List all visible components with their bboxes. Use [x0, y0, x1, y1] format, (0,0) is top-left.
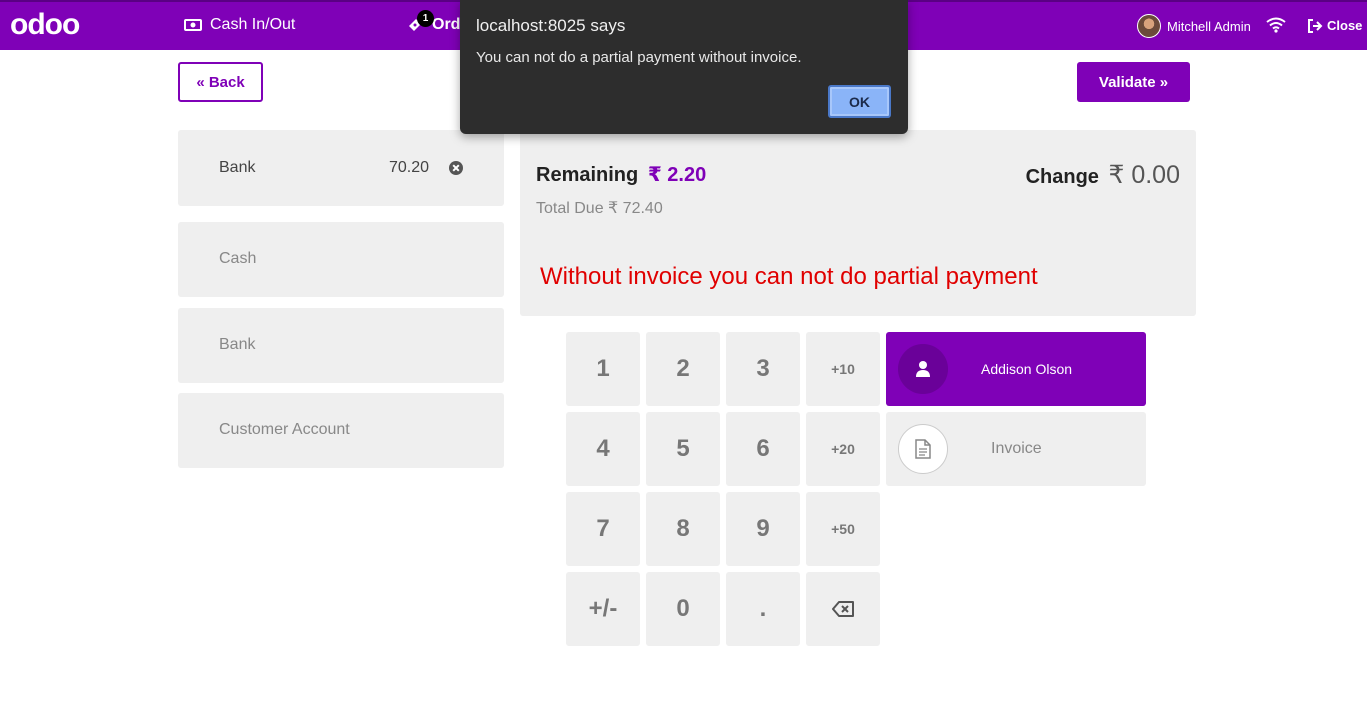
remaining-amount: ₹ 2.20	[647, 164, 707, 186]
numpad-key-3[interactable]: 3	[726, 332, 800, 406]
numpad-key-5[interactable]: 5	[646, 412, 720, 486]
change: Change ₹ 0.00	[1026, 160, 1180, 190]
total-due-amount: ₹ 72.40	[608, 200, 663, 217]
remaining-label: Remaining	[536, 164, 639, 186]
wifi-icon	[1266, 17, 1286, 33]
payment-line-amount: 70.20	[389, 159, 430, 176]
payment-line-method: Bank	[219, 159, 256, 176]
user-name: Mitchell Admin	[1167, 18, 1251, 34]
numpad-key-8[interactable]: 8	[646, 492, 720, 566]
cash-icon	[184, 19, 202, 31]
numpad-key-0[interactable]: 0	[646, 572, 720, 646]
numpad-key-dot[interactable]: .	[726, 572, 800, 646]
numpad-key-7[interactable]: 7	[566, 492, 640, 566]
payment-method-label: Cash	[219, 250, 257, 267]
numpad-key-plus-50[interactable]: +50	[806, 492, 880, 566]
numpad-key-6[interactable]: 6	[726, 412, 800, 486]
cash-in-out-button[interactable]: Cash In/Out	[184, 16, 295, 34]
close-label: Close	[1327, 18, 1363, 33]
dialog-ok-button[interactable]: OK	[828, 85, 891, 118]
payment-method-label: Bank	[219, 336, 256, 353]
numpad-key-1[interactable]: 1	[566, 332, 640, 406]
total-due: Total Due ₹ 72.40	[536, 198, 663, 218]
change-label: Change	[1025, 166, 1099, 188]
sign-out-icon	[1308, 18, 1323, 33]
cash-in-out-label: Cash In/Out	[210, 16, 296, 33]
delete-payment-icon[interactable]	[448, 160, 464, 176]
validate-button[interactable]: Validate »	[1077, 62, 1190, 102]
user-menu[interactable]: Mitchell Admin	[1137, 14, 1251, 38]
customer-button[interactable]: Addison Olson	[886, 332, 1146, 406]
payment-method-bank[interactable]: Bank	[178, 308, 504, 383]
orders-count-badge: 1	[417, 10, 434, 27]
change-amount: ₹ 0.00	[1108, 161, 1180, 189]
remaining: Remaining ₹ 2.20	[536, 162, 706, 187]
numpad-key-plus-10[interactable]: +10	[806, 332, 880, 406]
payment-method-customer-account[interactable]: Customer Account	[178, 393, 504, 468]
payment-method-cash[interactable]: Cash	[178, 222, 504, 297]
partial-payment-warning: Without invoice you can not do partial p…	[540, 263, 1038, 290]
backspace-icon	[832, 601, 854, 617]
dialog-message: You can not do a partial payment without…	[476, 49, 802, 66]
back-button[interactable]: « Back	[178, 62, 263, 102]
document-icon	[898, 424, 948, 474]
invoice-button[interactable]: Invoice	[886, 412, 1146, 486]
total-due-label: Total Due	[536, 200, 604, 217]
payment-summary: Remaining ₹ 2.20 Total Due ₹ 72.40 Chang…	[520, 130, 1196, 316]
invoice-label: Invoice	[991, 440, 1042, 457]
alert-dialog: localhost:8025 says You can not do a par…	[460, 0, 908, 134]
numpad-key-2[interactable]: 2	[646, 332, 720, 406]
numpad-key-4[interactable]: 4	[566, 412, 640, 486]
avatar	[1137, 14, 1161, 38]
customer-name: Addison Olson	[981, 361, 1073, 377]
payment-method-label: Customer Account	[219, 421, 350, 438]
numpad-key-sign[interactable]: +/-	[566, 572, 640, 646]
dialog-title: localhost:8025 says	[476, 16, 626, 35]
user-icon	[898, 344, 948, 394]
payment-line[interactable]: Bank 70.20	[178, 130, 504, 206]
numpad-key-9[interactable]: 9	[726, 492, 800, 566]
numpad-key-backspace[interactable]	[806, 572, 880, 646]
numpad-key-plus-20[interactable]: +20	[806, 412, 880, 486]
odoo-logo: odoo	[10, 8, 80, 41]
close-button[interactable]: Close	[1307, 18, 1362, 33]
